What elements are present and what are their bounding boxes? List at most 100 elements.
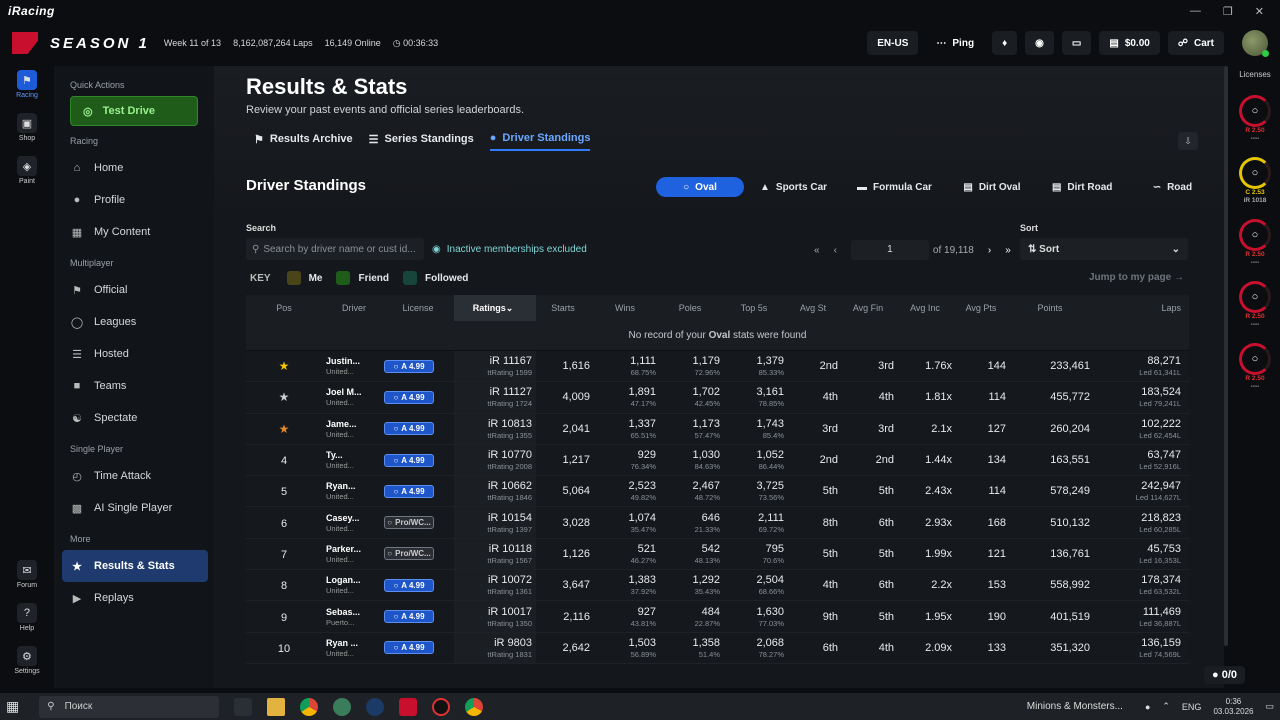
search-input[interactable]: ⚲ Search by driver name or cust id... bbox=[246, 238, 424, 260]
cart-button[interactable]: ☍ Cart bbox=[1167, 31, 1224, 55]
driver-name[interactable]: Justin... bbox=[326, 356, 382, 366]
driver-cell[interactable]: Sebas... Puerto... bbox=[322, 607, 382, 627]
col-ratings[interactable]: Ratings ⌄ bbox=[454, 295, 536, 321]
table-row[interactable]: ★ Jame... United... ○ A 4.99 iR 10813 ttRat… bbox=[246, 413, 1189, 445]
col-starts[interactable]: Starts bbox=[536, 303, 594, 313]
prev-page-icon[interactable]: ‹ bbox=[834, 245, 837, 256]
driver-name[interactable]: Ty... bbox=[326, 450, 382, 460]
col-laps[interactable]: Laps bbox=[1094, 303, 1185, 313]
rail-forum[interactable]: ✉ Forum bbox=[17, 560, 37, 589]
folder-icon[interactable] bbox=[267, 697, 286, 716]
rail-racing[interactable]: ⚑ Racing bbox=[16, 70, 38, 99]
display-button[interactable]: ▭ bbox=[1061, 31, 1092, 55]
sidebar-item-ai[interactable]: ▩ AI Single Player bbox=[62, 492, 208, 524]
sidebar-item-results[interactable]: ★ Results & Stats bbox=[62, 550, 208, 582]
license-item[interactable]: ○ R 2.50 ---- bbox=[1239, 213, 1271, 267]
tab-results-archive[interactable]: ⚑ Results Archive bbox=[254, 132, 353, 151]
close-icon[interactable]: ✕ bbox=[1255, 5, 1264, 18]
col-avg-finish[interactable]: Avg Fin bbox=[842, 303, 898, 313]
col-wins[interactable]: Wins bbox=[594, 303, 660, 313]
minimize-icon[interactable]: — bbox=[1190, 5, 1201, 18]
rail-shop[interactable]: ▣ Shop bbox=[17, 113, 37, 142]
category-dirt-road[interactable]: ▤ Dirt Road bbox=[1038, 177, 1126, 197]
status-button[interactable]: ◉ bbox=[1025, 31, 1054, 55]
test-drive-button[interactable]: ◎ Test Drive bbox=[70, 96, 198, 126]
maximize-icon[interactable]: ❐ bbox=[1223, 5, 1233, 18]
page-input[interactable]: 1 bbox=[850, 240, 929, 260]
col-avg-inc[interactable]: Avg Inc bbox=[898, 303, 956, 313]
table-row[interactable]: ★ Justin... United... ○ A 4.99 iR 11167 ttR… bbox=[246, 351, 1189, 383]
driver-name[interactable]: Logan... bbox=[326, 575, 382, 585]
sort-select[interactable]: ⇅ Sort ⌄ bbox=[1020, 238, 1188, 260]
table-row[interactable]: ★ Joel M... United... ○ A 4.99 iR 11127 ttR… bbox=[246, 382, 1189, 414]
tab-driver-standings[interactable]: ● Driver Standings bbox=[489, 132, 591, 151]
chrome-icon[interactable] bbox=[300, 697, 319, 716]
driver-cell[interactable]: Parker... United... bbox=[322, 544, 382, 564]
last-page-icon[interactable]: » bbox=[1005, 245, 1011, 256]
clock[interactable]: 0:36 03.03.2026 bbox=[1213, 697, 1253, 717]
category-oval[interactable]: ○ Oval bbox=[656, 177, 744, 197]
iracing-taskbar-icon[interactable] bbox=[399, 697, 418, 716]
wallet-button[interactable]: ▤ $0.00 bbox=[1099, 31, 1160, 55]
col-license[interactable]: License bbox=[382, 303, 454, 313]
notifications-button[interactable]: ♦ bbox=[992, 31, 1018, 55]
col-avg-start[interactable]: Avg St bbox=[788, 303, 842, 313]
driver-name[interactable]: Casey... bbox=[326, 513, 382, 523]
tab-series-standings[interactable]: ☰ Series Standings bbox=[369, 132, 474, 151]
taskbar-search[interactable]: ⚲ Поиск bbox=[39, 695, 220, 718]
app-icon[interactable] bbox=[333, 697, 352, 716]
next-page-icon[interactable]: › bbox=[988, 245, 991, 256]
license-item[interactable]: ○ C 2.53 iR 1018 bbox=[1239, 151, 1271, 205]
col-points[interactable]: Points bbox=[1010, 303, 1094, 313]
avatar[interactable] bbox=[1242, 30, 1269, 57]
jump-to-my-page[interactable]: Jump to my page → bbox=[1089, 272, 1184, 283]
driver-cell[interactable]: Logan... United... bbox=[322, 575, 382, 595]
sidebar-item-leagues[interactable]: ◯ Leagues bbox=[62, 306, 208, 338]
sidebar-item-home[interactable]: ⌂ Home bbox=[62, 152, 208, 184]
driver-cell[interactable]: Casey... United... bbox=[322, 513, 382, 533]
steam-icon[interactable] bbox=[366, 697, 385, 716]
table-row[interactable]: 4 Ty... United... ○ A 4.99 iR 10770 ttRatin… bbox=[246, 444, 1189, 477]
chrome2-icon[interactable] bbox=[465, 697, 484, 716]
ping-button[interactable]: ⋯ Ping bbox=[926, 31, 984, 55]
category-formula-car[interactable]: ▬ Formula Car bbox=[843, 177, 946, 197]
driver-cell[interactable]: Ty... United... bbox=[322, 450, 382, 470]
rail-settings[interactable]: ⚙ Settings bbox=[14, 646, 40, 675]
driver-name[interactable]: Sebas... bbox=[326, 607, 382, 617]
driver-name[interactable]: Ryan ... bbox=[326, 638, 382, 648]
notification-icon[interactable]: ▭ bbox=[1265, 701, 1274, 712]
rail-help[interactable]: ? Help bbox=[16, 603, 37, 632]
license-item[interactable]: ○ R 2.50 ---- bbox=[1239, 89, 1271, 143]
table-row[interactable]: 5 Ryan... United... ○ A 4.99 iR 10662 ttRat… bbox=[246, 476, 1189, 508]
mic-icon[interactable]: ● bbox=[1145, 702, 1150, 712]
sidebar-item-my-content[interactable]: ▦ My Content bbox=[62, 216, 208, 248]
sidebar-item-hosted[interactable]: ☰ Hosted bbox=[62, 338, 208, 370]
table-row[interactable]: 9 Sebas... Puerto... ○ A 4.99 iR 10017 ttRa… bbox=[246, 601, 1189, 633]
sidebar-item-time-attack[interactable]: ◴ Time Attack bbox=[62, 460, 208, 492]
table-row[interactable]: 7 Parker... United... ○ Pro/WC... iR 10118… bbox=[246, 538, 1189, 571]
category-dirt-oval[interactable]: ▤ Dirt Oval bbox=[948, 177, 1036, 197]
chevron-up-icon[interactable]: ⌃ bbox=[1162, 701, 1170, 712]
col-poles[interactable]: Poles bbox=[660, 303, 724, 313]
col-avg-pts[interactable]: Avg Pts bbox=[956, 303, 1010, 313]
lang-indicator[interactable]: ENG bbox=[1182, 702, 1202, 712]
driver-cell[interactable]: Ryan... United... bbox=[322, 481, 382, 501]
download-icon[interactable]: ⇩ bbox=[1178, 132, 1198, 150]
col-top5[interactable]: Top 5s bbox=[724, 303, 788, 313]
sidebar-item-teams[interactable]: ■ Teams bbox=[62, 370, 208, 402]
category-sports-car[interactable]: ▲ Sports Car bbox=[746, 177, 841, 197]
driver-cell[interactable]: Ryan ... United... bbox=[322, 638, 382, 658]
license-item[interactable]: ○ R 2.50 ---- bbox=[1239, 337, 1271, 391]
driver-name[interactable]: Ryan... bbox=[326, 481, 382, 491]
sidebar-item-replays[interactable]: ▶ Replays bbox=[62, 582, 208, 614]
task-view-icon[interactable] bbox=[234, 697, 253, 716]
chat-counter[interactable]: ● 0/0 bbox=[1204, 666, 1246, 684]
col-driver[interactable]: Driver bbox=[322, 303, 382, 313]
scrollbar[interactable] bbox=[1224, 66, 1228, 646]
media-title[interactable]: Minions & Monsters... bbox=[1027, 701, 1123, 712]
col-pos[interactable]: Pos bbox=[246, 303, 322, 313]
iracing-logo[interactable] bbox=[12, 32, 38, 54]
table-row[interactable]: 10 Ryan ... United... ○ A 4.99 iR 9803 ttRa… bbox=[246, 632, 1189, 664]
rail-paint[interactable]: ◈ Paint bbox=[17, 156, 37, 185]
app2-icon[interactable] bbox=[432, 697, 451, 716]
